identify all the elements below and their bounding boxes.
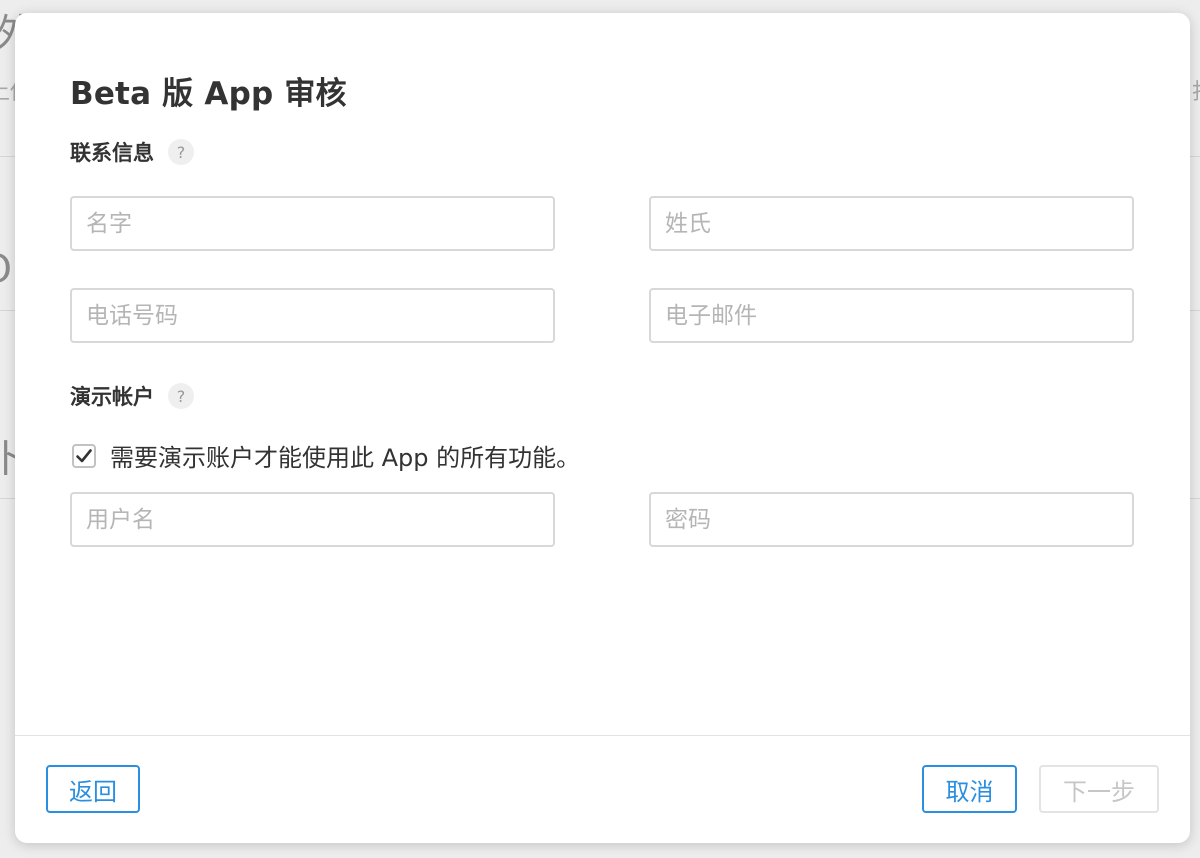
demo-account-required-checkbox-row[interactable]: 需要演示账户才能使用此 App 的所有功能。	[72, 438, 580, 473]
username-input[interactable]	[70, 492, 555, 547]
phone-number-input[interactable]	[70, 288, 555, 343]
cancel-button[interactable]: 取消	[922, 765, 1017, 813]
question-mark-icon[interactable]: ?	[168, 383, 194, 409]
back-button[interactable]: 返回	[46, 765, 140, 813]
footer-divider	[15, 735, 1190, 736]
demo-account-required-label: 需要演示账户才能使用此 App 的所有功能。	[110, 444, 581, 472]
contact-info-section-label: 联系信息 ?	[70, 137, 194, 167]
beta-app-review-dialog: Beta 版 App 审核 联系信息 ? 演示帐户 ? 需要演示账户才能使用此 …	[15, 13, 1190, 843]
dialog-title: Beta 版 App 审核	[70, 76, 347, 112]
demo-account-required-checkbox[interactable]	[72, 443, 96, 468]
question-mark-icon[interactable]: ?	[168, 139, 194, 165]
last-name-input[interactable]	[649, 196, 1134, 251]
contact-info-label: 联系信息	[70, 141, 154, 165]
password-input[interactable]	[649, 492, 1134, 547]
demo-account-section-label: 演示帐户 ?	[70, 381, 194, 411]
email-input[interactable]	[649, 288, 1134, 343]
background-glyph: 打	[1192, 82, 1200, 104]
background-glyph: O	[0, 250, 12, 288]
first-name-input[interactable]	[70, 196, 555, 251]
next-button[interactable]: 下一步	[1039, 765, 1159, 813]
checkmark-icon	[76, 448, 92, 462]
demo-account-label: 演示帐户	[70, 385, 154, 409]
